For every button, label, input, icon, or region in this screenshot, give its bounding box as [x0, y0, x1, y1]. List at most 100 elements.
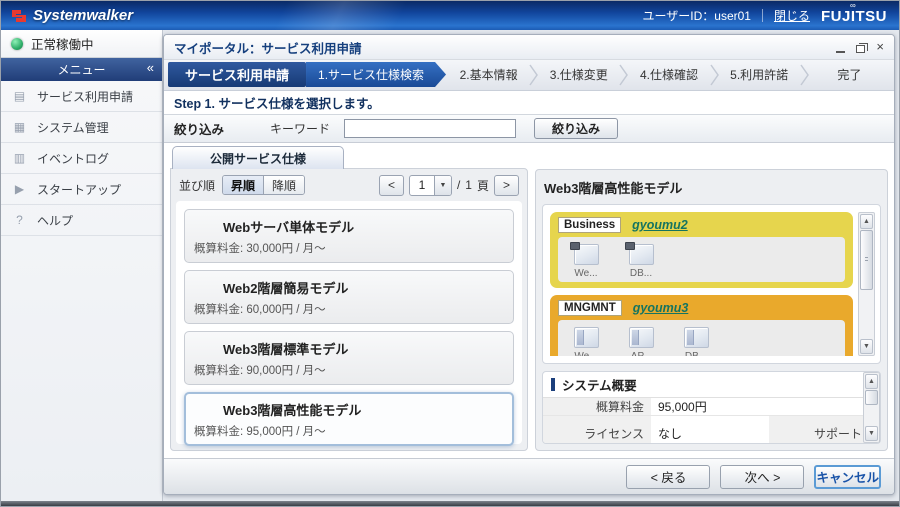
system-management-icon: ▦ — [11, 120, 28, 134]
portal-title: マイポータル：サービス利用申請 — [174, 38, 362, 57]
scroll-down-icon[interactable]: ▼ — [860, 339, 873, 354]
back-button[interactable]: < 戻る — [626, 465, 710, 489]
model-price: 概算料金: 30,000円 / 月～ — [194, 240, 504, 256]
sidebar-item-startup[interactable]: ▶ スタートアップ — [1, 174, 162, 205]
menu-collapse-icon[interactable]: « — [147, 60, 154, 75]
wizard-step-2[interactable]: 2.基本情報 — [448, 62, 529, 87]
wizard-step-1-active[interactable]: 1.サービス仕様検索 — [306, 62, 446, 87]
pagination: < 1 ▼ / 1 頁 > — [379, 175, 519, 196]
server-node[interactable]: DB... — [678, 327, 714, 356]
filter-apply-button[interactable]: 絞り込み — [534, 118, 618, 139]
menu-header: メニュー « — [1, 58, 162, 81]
wizard-step-done[interactable]: 完了 — [809, 62, 890, 87]
fee-label: 概算料金 — [543, 398, 651, 415]
menu-label: メニュー — [57, 61, 105, 78]
status-green-icon — [11, 38, 23, 50]
minimize-icon[interactable] — [836, 41, 845, 53]
overview-header: システム概要 — [543, 372, 863, 398]
server-label: DB... — [630, 268, 652, 279]
wizard-step-3[interactable]: 3.仕様変更 — [538, 62, 619, 87]
product-name: Systemwalker — [33, 7, 133, 24]
license-label: ライセンス — [543, 416, 651, 444]
portal-titlebar: マイポータル：サービス利用申請 × — [164, 35, 894, 60]
model-list: Webサーバ単体モデル 概算料金: 30,000円 / 月～ Web2階層簡易モ… — [176, 201, 522, 444]
overview-scrollbar[interactable]: ▲ ▼ — [863, 372, 880, 443]
step-instruction: Step 1. サービス仕様を選択します。 — [164, 91, 894, 114]
sidebar-item-service-application[interactable]: ▤ サービス利用申請 — [1, 81, 162, 112]
step-separator-icon — [619, 62, 628, 87]
overview-header-label: システム概要 — [562, 375, 637, 394]
wizard-step-5[interactable]: 5.利用許諾 — [719, 62, 800, 87]
service-list-panel: 並び順 昇順 降順 < 1 ▼ — [170, 168, 528, 451]
scroll-up-icon[interactable]: ▲ — [865, 374, 878, 389]
server-node[interactable]: We... — [568, 244, 604, 279]
close-icon[interactable]: × — [876, 41, 884, 53]
restore-icon[interactable] — [856, 41, 865, 53]
detail-title: Web3階層高性能モデル — [542, 175, 881, 204]
model-card-web3-high-performance[interactable]: Web3階層高性能モデル 概算料金: 95,000円 / 月～ — [184, 392, 514, 446]
dropdown-arrow-icon[interactable]: ▼ — [434, 176, 451, 195]
system-overview-panel: システム概要 概算料金 95,000円 ライセンス なし — [542, 371, 881, 444]
server-label: We... — [574, 268, 597, 279]
keyword-label: キーワード — [270, 120, 330, 137]
wizard-title: サービス利用申請 — [168, 62, 306, 87]
help-icon: ? — [11, 213, 28, 227]
step-separator-icon — [529, 62, 538, 87]
model-card-web2-tier[interactable]: Web2階層簡易モデル 概算料金: 60,000円 / 月～ — [184, 270, 514, 324]
next-button[interactable]: 次へ > — [720, 465, 804, 489]
cancel-button[interactable]: キャンセル — [814, 465, 881, 489]
status-label: 正常稼働中 — [31, 34, 94, 53]
server-label: We... — [574, 351, 597, 356]
top-bar: Systemwalker ユーザーID：user01 閉じる ∞FUJITSU — [1, 1, 899, 30]
license-value: なし — [651, 416, 769, 444]
window-bottom-edge — [1, 501, 899, 506]
sidebar-item-label: サービス利用申請 — [37, 88, 133, 105]
gyoumu2-link[interactable]: gyoumu2 — [632, 218, 688, 232]
page-select[interactable]: 1 ▼ — [409, 175, 452, 196]
server-icon — [629, 244, 654, 265]
divider — [762, 9, 763, 22]
scroll-thumb[interactable] — [860, 230, 873, 290]
overview-row-fee: 概算料金 95,000円 — [543, 398, 863, 416]
portal-window: マイポータル：サービス利用申請 × サービス利用申請 1.サービス仕様検索 2.… — [163, 34, 895, 495]
scroll-down-icon[interactable]: ▼ — [865, 426, 878, 441]
model-card-web3-standard[interactable]: Web3階層標準モデル 概算料金: 90,000円 / 月～ — [184, 331, 514, 385]
sidebar-item-system-management[interactable]: ▦ システム管理 — [1, 112, 162, 143]
page-separator: / — [457, 178, 460, 192]
page-next-button[interactable]: > — [494, 175, 519, 196]
sidebar-item-event-log[interactable]: ▥ イベントログ — [1, 143, 162, 174]
user-id-label: ユーザーID：user01 — [643, 7, 751, 24]
tab-public-service-spec[interactable]: 公開サービス仕様 — [172, 146, 344, 169]
sidebar-item-label: スタートアップ — [37, 181, 121, 198]
sort-ascending-button[interactable]: 昇順 — [223, 176, 264, 194]
model-name: Web2階層簡易モデル — [194, 278, 504, 297]
diagram-scrollbar[interactable]: ▲ ▼ — [858, 212, 875, 356]
wizard-step-4[interactable]: 4.仕様確認 — [628, 62, 709, 87]
systemwalker-mark-icon — [11, 9, 27, 23]
page-total: 1 — [465, 178, 472, 192]
model-card-web-single[interactable]: Webサーバ単体モデル 概算料金: 30,000円 / 月～ — [184, 209, 514, 263]
mngmnt-group-card: MNGMNT gyoumu3 We... — [550, 295, 853, 356]
scroll-up-icon[interactable]: ▲ — [860, 214, 873, 229]
systemwalker-logo: Systemwalker — [11, 7, 133, 24]
startup-icon: ▶ — [11, 182, 28, 196]
server-label: AP... — [631, 351, 651, 356]
gyoumu3-link[interactable]: gyoumu3 — [633, 301, 689, 315]
application-window: Systemwalker ユーザーID：user01 閉じる ∞FUJITSU … — [0, 0, 900, 507]
server-node[interactable]: DB... — [623, 244, 659, 279]
server-node[interactable]: AP... — [623, 327, 659, 356]
fee-value: 95,000円 — [651, 398, 863, 415]
sidebar-item-help[interactable]: ? ヘルプ — [1, 205, 162, 236]
server-label: DB... — [685, 351, 707, 356]
keyword-input[interactable] — [344, 119, 516, 138]
scroll-thumb[interactable] — [865, 390, 878, 405]
model-price: 概算料金: 95,000円 / 月～ — [194, 423, 504, 439]
page-prev-button[interactable]: < — [379, 175, 404, 196]
server-node[interactable]: We... — [568, 327, 604, 356]
system-status: 正常稼働中 — [1, 30, 162, 58]
sort-descending-button[interactable]: 降順 — [264, 176, 304, 194]
model-detail-panel: Web3階層高性能モデル Business gyoumu2 — [535, 169, 888, 451]
sort-label: 並び順 — [179, 177, 215, 194]
header-bar-icon — [551, 378, 555, 391]
logout-close-link[interactable]: 閉じる — [774, 7, 810, 24]
